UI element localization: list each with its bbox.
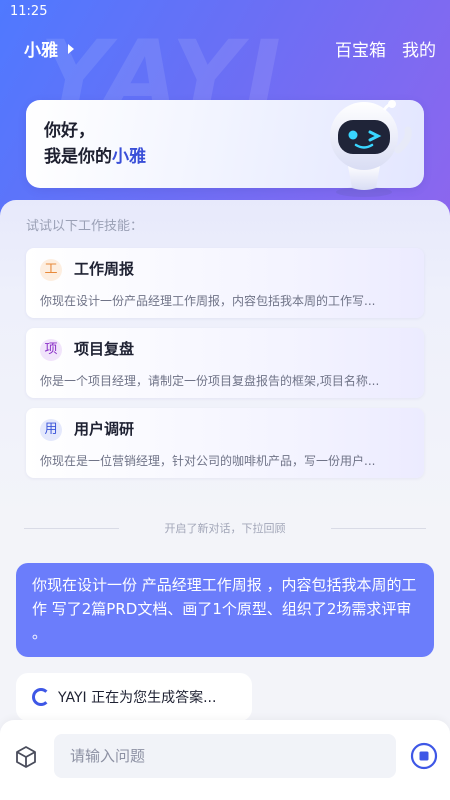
- bot-status-text: YAYI 正在为您生成答案...: [58, 690, 217, 706]
- status-bar: 11:25: [0, 0, 450, 26]
- user-message-bubble: 你现在设计一份 产品经理工作周报 ，内容包括我本周的工作 写了2篇PRD文档、画…: [16, 563, 434, 657]
- skill-card-user-research[interactable]: 用 用户调研 你现在是一位营销经理，针对公司的咖啡机产品，写一份用户...: [26, 408, 424, 478]
- status-time: 11:25: [10, 4, 48, 19]
- skill-badge: 用: [40, 419, 62, 441]
- greeting-line-1: 你好，: [44, 121, 95, 141]
- robot-mascot-icon: [330, 100, 412, 197]
- question-input[interactable]: [54, 734, 396, 778]
- loading-spinner-icon: [32, 688, 50, 706]
- assistant-switcher[interactable]: 小雅: [24, 36, 74, 61]
- bot-message-bubble: YAYI 正在为您生成答案...: [16, 673, 252, 721]
- skills-label: 试试以下工作技能：: [26, 219, 144, 234]
- skill-card-project-review[interactable]: 项 项目复盘 你是一个项目经理，请制定一份项目复盘报告的框架,项目名称...: [26, 328, 424, 398]
- skill-desc: 你是一个项目经理，请制定一份项目复盘报告的框架,项目名称...: [40, 374, 380, 388]
- skill-title: 项目复盘: [74, 340, 135, 358]
- nav-mine-link[interactable]: 我的: [402, 36, 436, 61]
- greeting-text: 你好， 我是你的小雅: [44, 118, 146, 170]
- nav-toolbox-link[interactable]: 百宝箱: [335, 36, 386, 61]
- stop-generation-icon[interactable]: [410, 742, 438, 770]
- skill-badge: 项: [40, 339, 62, 361]
- skill-desc: 你现在是一位营销经理，针对公司的咖啡机产品，写一份用户...: [40, 454, 376, 468]
- skill-title: 用户调研: [74, 420, 135, 438]
- skill-desc: 你现在设计一份产品经理工作周报，内容包括我本周的工作写...: [40, 294, 376, 308]
- divider-line-right: [331, 528, 426, 529]
- caret-right-icon: [68, 43, 74, 54]
- greeting-line-2: 我是你的小雅: [44, 144, 146, 170]
- skill-card-weekly-report[interactable]: 工 工作周报 你现在设计一份产品经理工作周报，内容包括我本周的工作写...: [26, 248, 424, 318]
- greeting-accent: 小雅: [112, 147, 146, 167]
- greeting-prefix: 我是你的: [44, 147, 112, 167]
- skill-title: 工作周报: [74, 260, 135, 278]
- top-nav: 小雅 百宝箱 我的: [0, 34, 450, 64]
- skill-badge: 工: [40, 259, 62, 281]
- cube-icon[interactable]: [14, 745, 38, 769]
- nav-title: 小雅: [24, 41, 58, 61]
